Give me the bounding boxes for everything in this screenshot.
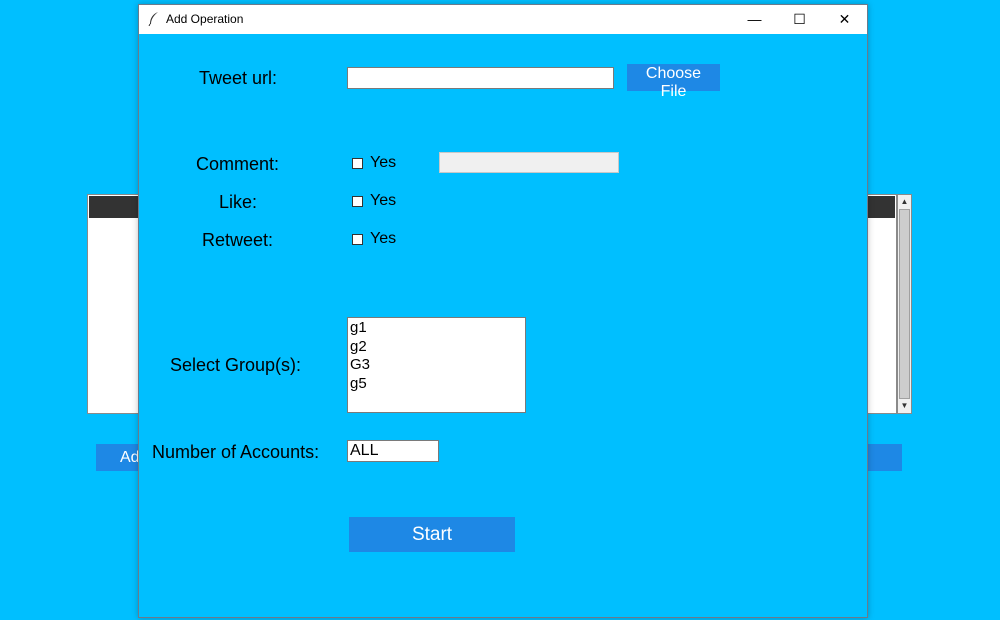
like-checkbox-label: Yes	[370, 192, 397, 209]
window-title: Add Operation	[166, 12, 244, 26]
group-list-item[interactable]: g1	[349, 319, 524, 338]
minimize-button[interactable]: —	[732, 5, 777, 34]
background-add-button[interactable]: Ad	[96, 444, 140, 471]
retweet-checkbox[interactable]: Yes	[352, 230, 396, 248]
scroll-down-arrow-icon[interactable]: ▼	[898, 399, 911, 413]
add-operation-dialog: Add Operation — ☐ ✕ Tweet url: Choose Fi…	[138, 4, 868, 618]
number-of-accounts-label: Number of Accounts:	[152, 442, 320, 462]
like-checkbox-box[interactable]	[352, 195, 363, 207]
group-list-item[interactable]: g5	[349, 375, 524, 394]
groups-listbox[interactable]: g1 g2 G3 g5	[347, 317, 526, 413]
number-of-accounts-input[interactable]	[347, 440, 439, 462]
like-label: Like:	[219, 192, 258, 212]
comment-text-input[interactable]	[439, 152, 619, 173]
scrollbar-thumb[interactable]	[899, 209, 910, 399]
scroll-up-arrow-icon[interactable]: ▲	[898, 195, 911, 209]
comment-checkbox-label: Yes	[370, 154, 397, 171]
comment-checkbox-box[interactable]	[352, 157, 363, 169]
start-button[interactable]: Start	[349, 517, 515, 552]
title-bar[interactable]: Add Operation — ☐ ✕	[139, 5, 867, 34]
tweet-url-label: Tweet url:	[199, 68, 278, 88]
feather-icon	[148, 12, 158, 26]
like-checkbox[interactable]: Yes	[352, 192, 396, 210]
retweet-checkbox-label: Yes	[370, 230, 397, 247]
comment-label: Comment:	[196, 154, 280, 174]
choose-file-button[interactable]: Choose File	[627, 64, 720, 100]
group-list-item[interactable]: g2	[349, 338, 524, 357]
close-button[interactable]: ✕	[822, 5, 867, 34]
background-scrollbar[interactable]: ▲ ▼	[897, 194, 912, 414]
background-right-button[interactable]	[866, 444, 902, 471]
retweet-label: Retweet:	[202, 230, 274, 250]
comment-checkbox[interactable]: Yes	[352, 154, 396, 172]
select-groups-label: Select Group(s):	[170, 355, 302, 375]
retweet-checkbox-box[interactable]	[352, 233, 363, 245]
maximize-button[interactable]: ☐	[777, 5, 822, 34]
group-list-item[interactable]: G3	[349, 356, 524, 375]
tweet-url-input[interactable]	[347, 67, 614, 89]
